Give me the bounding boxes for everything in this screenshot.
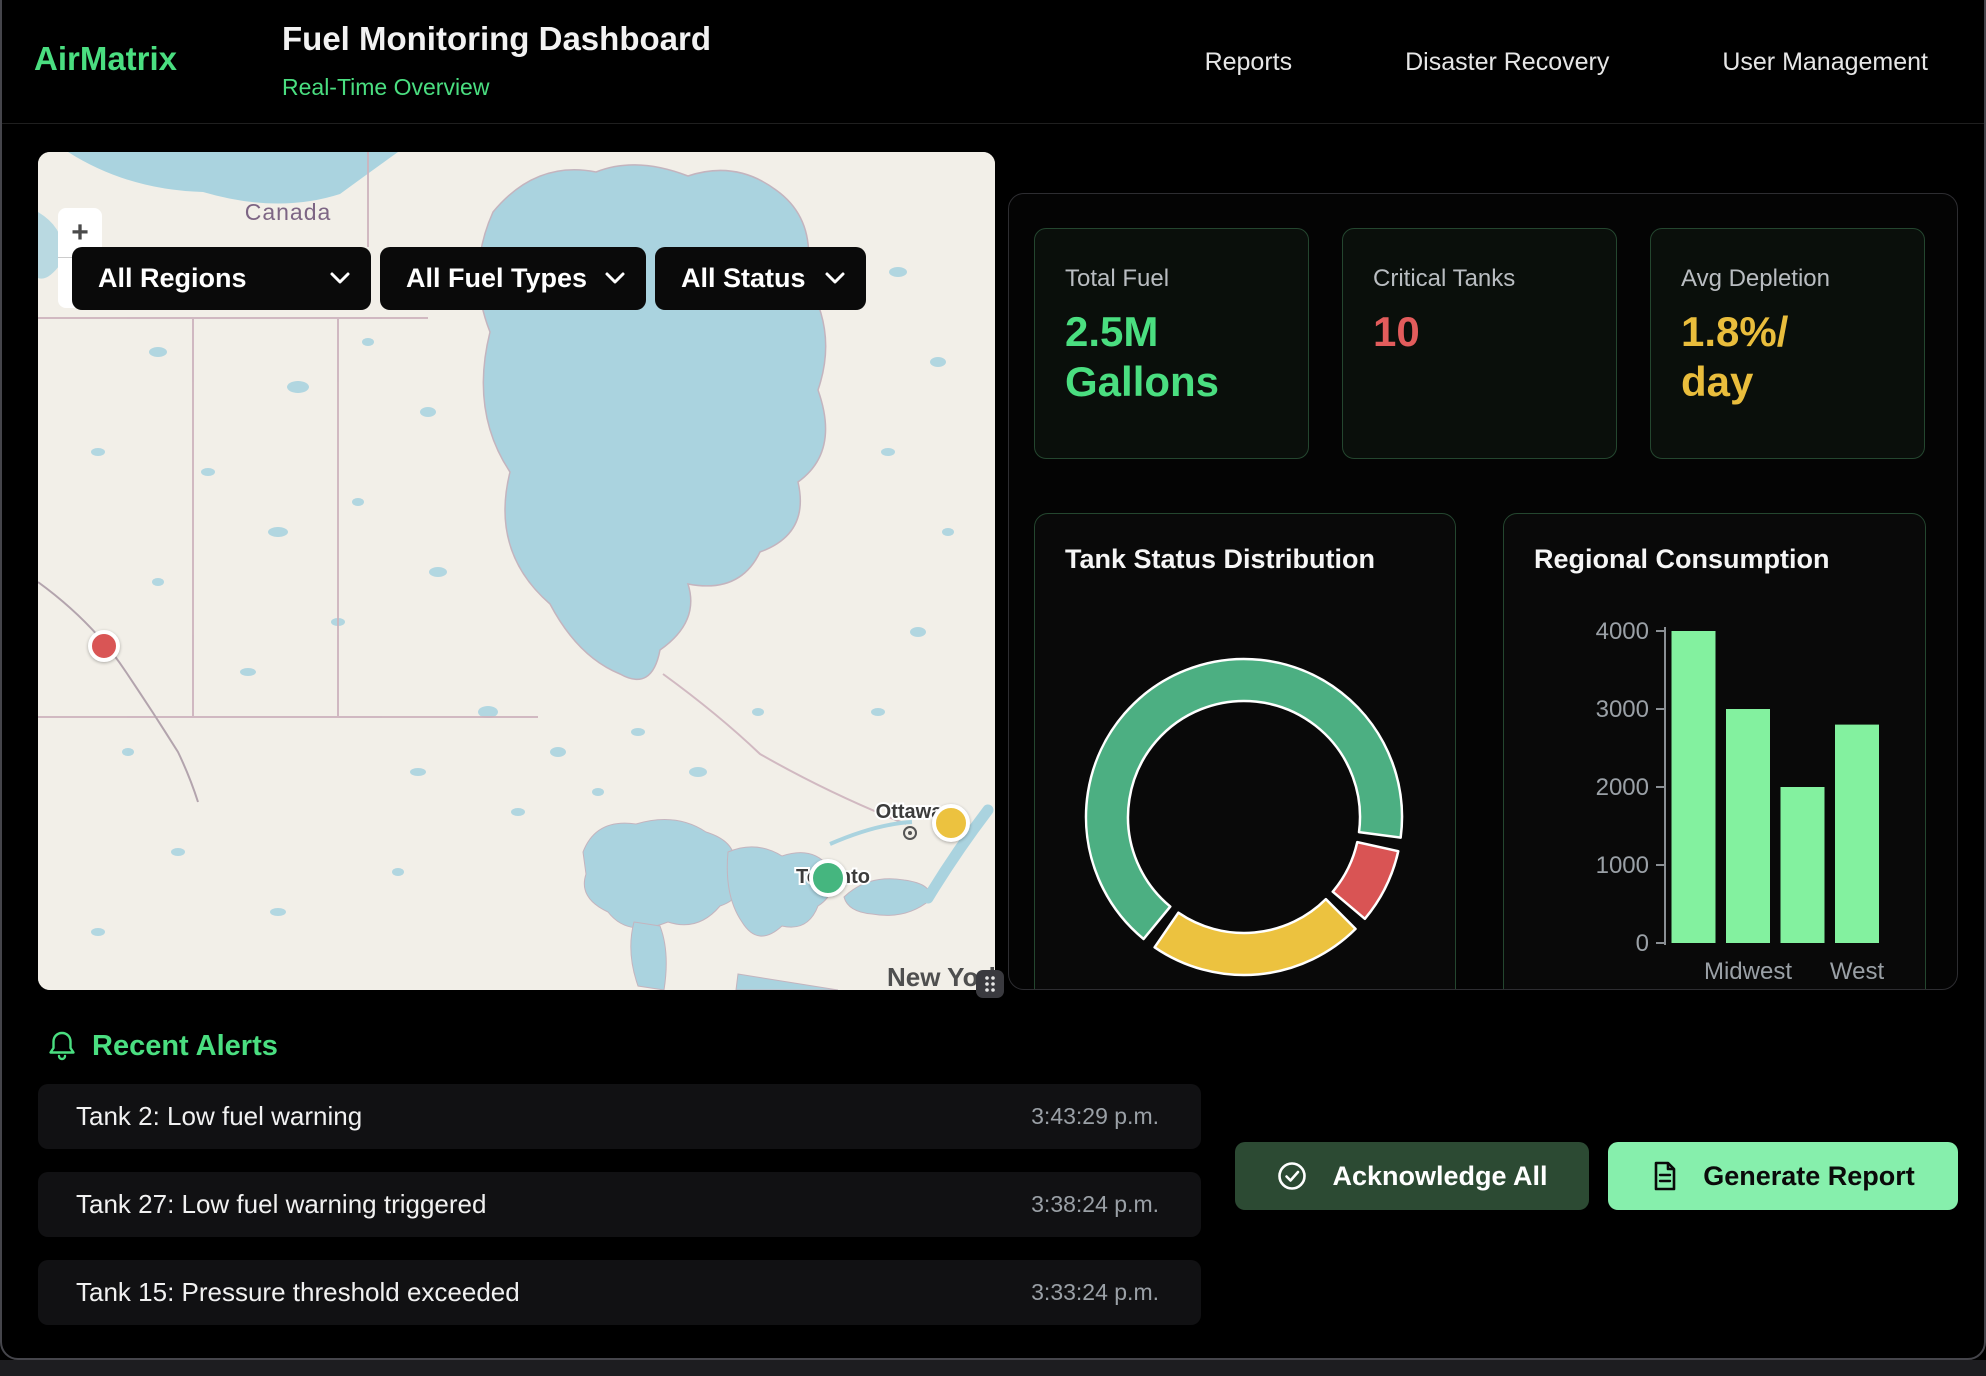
- alert-message: Tank 15: Pressure threshold exceeded: [76, 1277, 520, 1308]
- tank-marker-normal[interactable]: [809, 859, 847, 897]
- stat-value: 2.5M Gallons: [1065, 307, 1278, 406]
- acknowledge-all-label: Acknowledge All: [1332, 1161, 1547, 1192]
- alert-message: Tank 2: Low fuel warning: [76, 1101, 362, 1132]
- stat-label: Critical Tanks: [1373, 265, 1586, 293]
- document-icon: [1651, 1160, 1679, 1192]
- fuel-map[interactable]: Canada Ottawa Toronto New York + − All R…: [38, 152, 995, 990]
- chart-title: Tank Status Distribution: [1065, 544, 1375, 575]
- svg-text:2000: 2000: [1596, 774, 1649, 801]
- map-resize-handle[interactable]: [976, 970, 1004, 998]
- alert-timestamp: 3:38:24 p.m.: [1031, 1191, 1159, 1218]
- nav-item-user-management[interactable]: User Management: [1722, 48, 1928, 77]
- main-nav: Reports Disaster Recovery User Managemen…: [1205, 0, 1928, 124]
- recent-alerts-title: Recent Alerts: [92, 1030, 278, 1063]
- map-label-country: Canada: [245, 199, 332, 225]
- metrics-panel: Total Fuel 2.5M Gallons Critical Tanks 1…: [1008, 193, 1958, 990]
- window-footer-strip: [0, 1360, 1986, 1376]
- stat-card-total-fuel: Total Fuel 2.5M Gallons: [1034, 228, 1309, 459]
- svg-text:1000: 1000: [1596, 852, 1649, 879]
- fuel-type-filter-dropdown[interactable]: All Fuel Types: [380, 247, 646, 310]
- chevron-down-icon: [604, 271, 626, 285]
- regional-consumption-bar-chart: 0 1000 2000 3000 4000 Midwest West: [1504, 514, 1927, 990]
- nav-item-disaster-recovery[interactable]: Disaster Recovery: [1405, 48, 1609, 77]
- svg-text:4000: 4000: [1596, 618, 1649, 645]
- page-title: Fuel Monitoring Dashboard: [282, 20, 711, 58]
- status-filter-value: All Status: [681, 263, 806, 294]
- recent-alerts-heading: Recent Alerts: [48, 1026, 278, 1066]
- svg-text:3000: 3000: [1596, 696, 1649, 723]
- map-filter-bar: All Regions All Fuel Types All Status: [72, 247, 866, 310]
- fuel-type-filter-value: All Fuel Types: [406, 263, 587, 294]
- chevron-down-icon: [329, 271, 351, 285]
- status-filter-dropdown[interactable]: All Status: [655, 247, 866, 310]
- tank-marker-critical[interactable]: [88, 630, 120, 662]
- app-logo: AirMatrix: [34, 40, 177, 78]
- region-filter-dropdown[interactable]: All Regions: [72, 247, 371, 310]
- stat-label: Total Fuel: [1065, 265, 1278, 293]
- acknowledge-all-button[interactable]: Acknowledge All: [1235, 1142, 1589, 1210]
- alert-timestamp: 3:43:29 p.m.: [1031, 1103, 1159, 1130]
- stat-card-critical-tanks: Critical Tanks 10: [1342, 228, 1617, 459]
- chevron-down-icon: [824, 271, 846, 285]
- svg-text:Midwest: Midwest: [1704, 958, 1792, 985]
- alert-row: Tank 2: Low fuel warning 3:43:29 p.m.: [38, 1084, 1201, 1149]
- stat-label: Avg Depletion: [1681, 265, 1894, 293]
- region-filter-value: All Regions: [98, 263, 247, 294]
- bell-icon: [48, 1030, 76, 1062]
- stat-value: 10: [1373, 307, 1586, 357]
- grip-dots-icon: [983, 975, 997, 993]
- stat-card-avg-depletion: Avg Depletion 1.8%/ day: [1650, 228, 1925, 459]
- page-subtitle: Real-Time Overview: [282, 74, 489, 101]
- svg-text:0: 0: [1636, 930, 1649, 957]
- app-header: AirMatrix Fuel Monitoring Dashboard Real…: [0, 0, 1986, 124]
- alert-row: Tank 15: Pressure threshold exceeded 3:3…: [38, 1260, 1201, 1325]
- nav-item-reports[interactable]: Reports: [1205, 48, 1293, 77]
- alert-message: Tank 27: Low fuel warning triggered: [76, 1189, 486, 1220]
- alert-timestamp: 3:33:24 p.m.: [1031, 1279, 1159, 1306]
- stat-value: 1.8%/ day: [1681, 307, 1894, 406]
- tank-status-donut-chart: [1079, 652, 1409, 982]
- tank-marker-warning[interactable]: [932, 804, 970, 842]
- svg-text:West: West: [1830, 958, 1885, 985]
- generate-report-label: Generate Report: [1703, 1161, 1915, 1192]
- check-circle-icon: [1276, 1160, 1308, 1192]
- regional-consumption-card: Regional Consumption 01000200030004000Mi…: [1503, 513, 1926, 990]
- alert-row: Tank 27: Low fuel warning triggered 3:38…: [38, 1172, 1201, 1237]
- tank-status-distribution-card: Tank Status Distribution: [1034, 513, 1456, 990]
- generate-report-button[interactable]: Generate Report: [1608, 1142, 1958, 1210]
- dashboard-root: AirMatrix Fuel Monitoring Dashboard Real…: [0, 0, 1986, 1376]
